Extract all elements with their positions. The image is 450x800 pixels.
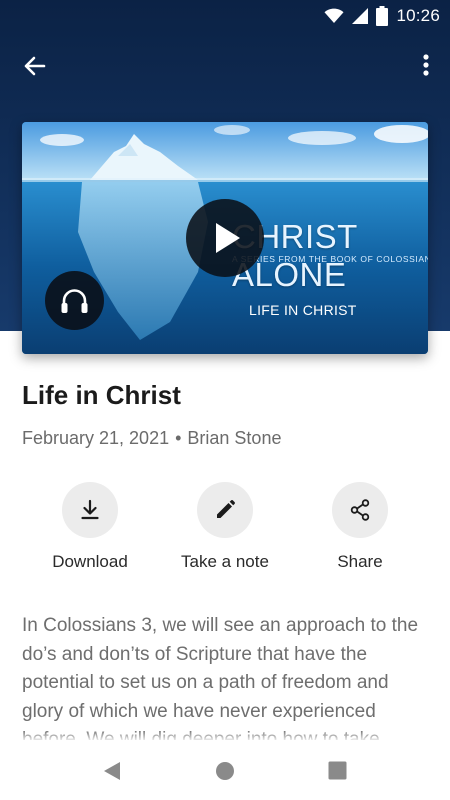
share-button[interactable]: Share [293,482,427,572]
share-icon [350,499,370,521]
download-icon [81,499,99,520]
sermon-meta: February 21, 2021 • Brian Stone [22,428,281,449]
back-triangle-icon [104,762,120,780]
more-options-button[interactable] [414,48,438,84]
artwork-series-label: LIFE IN CHRIST [249,302,357,318]
play-button[interactable] [186,199,264,277]
status-icons: 10:26 [324,4,440,28]
sermon-speaker: Brian Stone [187,428,282,448]
description-fade [0,730,450,742]
play-icon [216,223,240,253]
share-button-circle[interactable] [332,482,388,538]
pencil-icon [217,500,235,518]
take-a-note-button-circle[interactable] [197,482,253,538]
download-button[interactable]: Download [23,482,157,572]
sermon-date: February 21, 2021 [22,428,170,448]
system-home-button[interactable] [215,761,235,786]
recents-square-icon [328,761,347,780]
battery-icon [376,6,389,26]
meta-separator: • [175,428,182,448]
sermon-media-card[interactable]: CHRIST ALONE A SERIES FROM THE BOOK OF C… [22,122,428,354]
take-a-note-label: Take a note [181,552,269,571]
arrow-left-icon [24,56,46,76]
status-time: 10:26 [396,6,440,25]
download-button-circle[interactable] [62,482,118,538]
take-a-note-button[interactable]: Take a note [158,482,292,572]
system-back-button[interactable] [102,760,122,787]
wifi-icon [324,8,344,23]
more-vertical-icon [423,54,429,76]
system-navigation-bar [0,742,450,800]
cellular-signal-icon [352,8,369,24]
status-bar: 10:26 [0,0,450,32]
sermon-title: Life in Christ [22,380,181,410]
system-recents-button[interactable] [328,761,347,785]
headphones-icon [61,289,88,313]
home-circle-icon [216,762,234,780]
sermon-description: In Colossians 3, we will see an approach… [22,615,419,740]
back-button[interactable] [16,48,52,84]
audio-button[interactable] [45,271,104,330]
action-row: Download Take a note Share [0,482,450,582]
share-label: Share [337,552,383,571]
download-label: Download [52,552,128,571]
app-bar [0,40,450,90]
